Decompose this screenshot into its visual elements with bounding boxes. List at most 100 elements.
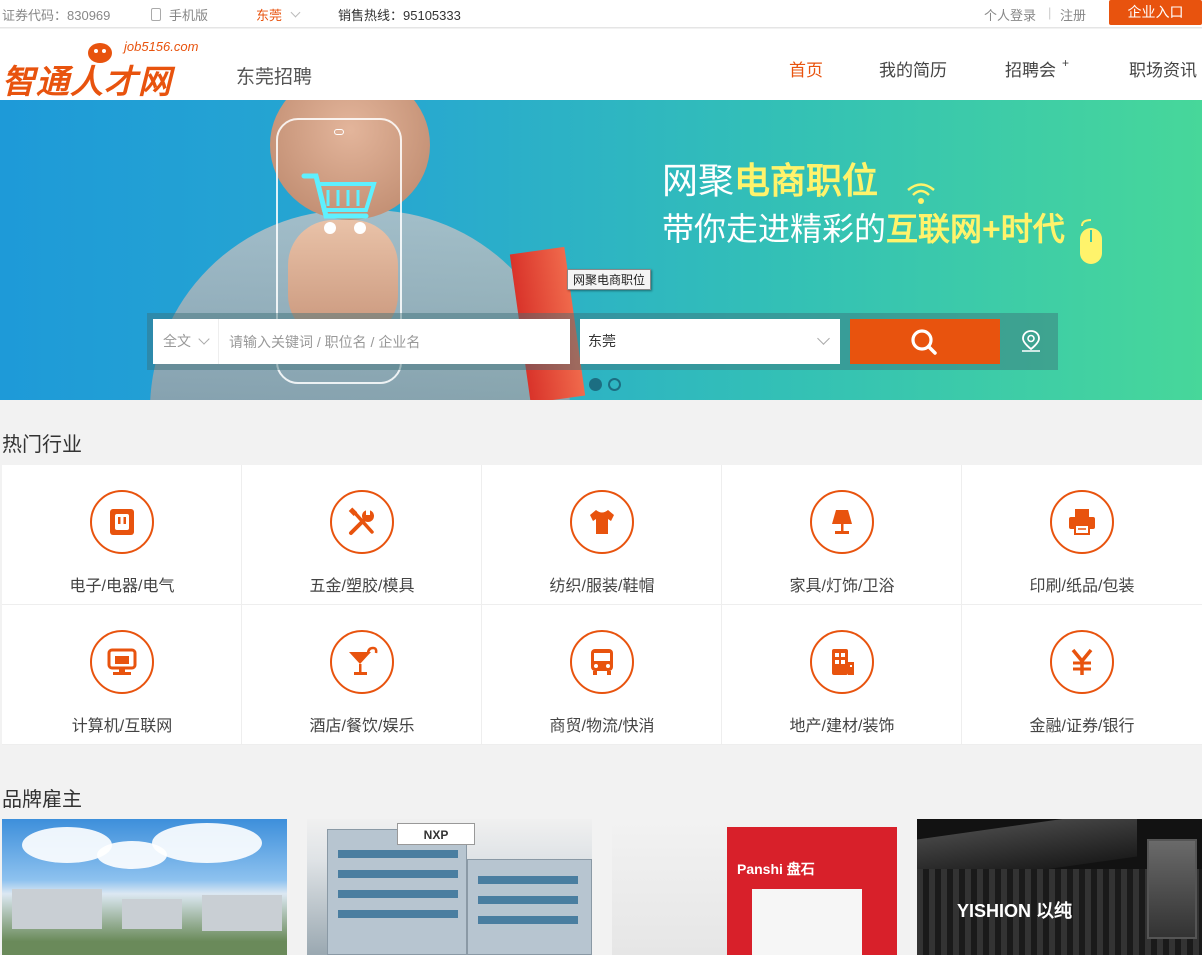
industry-label: 纺织/服装/鞋帽 — [549, 578, 655, 595]
lamp-icon — [832, 510, 852, 534]
logo-mascot-icon — [88, 43, 112, 63]
top-bar: 证券代码：830969 手机版 东莞 销售热线：95105333 个人登录 | … — [0, 0, 1202, 28]
company-entry-button[interactable]: 企业入口 — [1109, 0, 1202, 25]
search-icon — [911, 329, 937, 355]
brand-employers-row: NXP Panshi 盘石 YISHION 以纯 — [2, 819, 1202, 955]
site-city-label: 东莞招聘 — [236, 67, 313, 88]
mobile-version-link[interactable]: 手机版 — [151, 5, 208, 24]
industry-item-logistics[interactable]: 商贸/物流/快消 — [482, 605, 722, 745]
map-search-button[interactable] — [1010, 319, 1052, 364]
keyword-search-input[interactable] — [218, 319, 570, 364]
bus-icon — [591, 649, 613, 675]
industry-label: 五金/塑胶/模具 — [309, 578, 415, 595]
industry-icon-circle — [90, 630, 154, 694]
carousel-indicators — [589, 378, 621, 391]
brand-card-yishion-store[interactable]: YISHION 以纯 — [917, 819, 1202, 955]
industry-label: 地产/建材/装饰 — [789, 718, 895, 735]
industry-icon-circle — [570, 490, 634, 554]
banner-headline-highlight: 电商职位 — [734, 160, 879, 201]
brand-employers-title: 品牌雇主 — [2, 789, 82, 811]
industry-item-computer[interactable]: 计算机/互联网 — [2, 605, 242, 745]
banner-headline: 网聚电商职位 — [662, 152, 878, 204]
industry-label: 电子/电器/电气 — [69, 578, 175, 595]
industry-label: 家具/灯饰/卫浴 — [789, 578, 895, 595]
industry-grid: 电子/电器/电气 五金/塑胶/模具 纺织/服装/鞋帽 家具/灯饰/卫浴 印刷/纸… — [2, 465, 1202, 745]
brand-card-panshi-office[interactable]: Panshi 盘石 — [612, 819, 897, 955]
brand-card-nxp-building[interactable]: NXP — [307, 819, 592, 955]
industry-icon-circle — [810, 630, 874, 694]
printer-icon — [1069, 509, 1095, 535]
phone-icon — [151, 8, 161, 21]
banner-subheadline-highlight: 互联网+时代 — [886, 211, 1065, 247]
industry-item-printing[interactable]: 印刷/纸品/包装 — [962, 465, 1202, 605]
carousel-dot-1[interactable] — [589, 378, 602, 391]
plus-icon: + — [1062, 56, 1070, 70]
stock-code: 证券代码：830969 — [2, 8, 111, 23]
industry-item-finance[interactable]: 金融/证券/银行 — [962, 605, 1202, 745]
socket-icon — [110, 509, 134, 535]
tools-icon — [348, 507, 374, 535]
login-separator: | — [1048, 5, 1052, 20]
nav-career-news[interactable]: 职场资讯 — [1129, 56, 1197, 81]
logo-domain: job5156.com — [124, 39, 199, 54]
computer-icon — [107, 648, 137, 675]
city-select[interactable]: 东莞 — [580, 319, 840, 364]
building-icon — [832, 649, 854, 675]
chevron-down-icon — [198, 333, 210, 345]
sales-hotline: 销售热线：95105333 — [338, 8, 461, 23]
industry-icon-circle — [330, 490, 394, 554]
chevron-down-icon — [817, 332, 830, 345]
industry-label: 计算机/互联网 — [71, 718, 173, 735]
chevron-down-icon — [290, 7, 301, 18]
banner-subheadline-prefix: 带你走进精彩的 — [662, 211, 887, 247]
industry-icon-circle — [1050, 490, 1114, 554]
nxp-logo-sign: NXP — [397, 823, 475, 845]
search-type-label: 全文 — [163, 333, 191, 349]
banner-headline-prefix: 网聚 — [662, 160, 735, 201]
banner-tooltip: 网聚电商职位 — [567, 269, 652, 290]
industry-item-hospitality[interactable]: 酒店/餐饮/娱乐 — [242, 605, 482, 745]
search-button[interactable] — [850, 319, 1000, 364]
industry-icon-circle — [810, 490, 874, 554]
nav-home[interactable]: 首页 — [789, 56, 823, 81]
industry-label: 印刷/纸品/包装 — [1029, 578, 1135, 595]
site-logo[interactable]: 智通人才网 job5156.com — [2, 37, 212, 101]
wifi-icon — [907, 183, 935, 204]
industry-icon-circle — [570, 630, 634, 694]
industry-item-hardware[interactable]: 五金/塑胶/模具 — [242, 465, 482, 605]
search-type-select[interactable]: 全文 — [153, 319, 218, 364]
panshi-logo-sign: Panshi 盘石 — [737, 861, 815, 877]
personal-login-link[interactable]: 个人登录 — [984, 5, 1036, 24]
industry-icon-circle — [90, 490, 154, 554]
hero-banner[interactable]: 网聚电商职位 带你走进精彩的互联网+时代 网聚电商职位 全文 东莞 — [0, 100, 1202, 400]
job-search-bar: 全文 东莞 — [147, 313, 1058, 370]
yen-icon — [1071, 648, 1093, 675]
banner-subheadline: 带你走进精彩的互联网+时代 — [662, 204, 1065, 250]
industry-item-realestate[interactable]: 地产/建材/装饰 — [722, 605, 962, 745]
nav-my-resume[interactable]: 我的简历 — [879, 56, 947, 81]
register-link[interactable]: 注册 — [1060, 5, 1086, 24]
nav-job-fair-label: 招聘会 — [1005, 61, 1056, 80]
industry-label: 酒店/餐饮/娱乐 — [309, 718, 415, 735]
industry-item-textile[interactable]: 纺织/服装/鞋帽 — [482, 465, 722, 605]
industry-item-electronics[interactable]: 电子/电器/电气 — [2, 465, 242, 605]
industry-label: 商贸/物流/快消 — [549, 718, 655, 735]
shirt-icon — [590, 510, 614, 534]
hot-industries-title: 热门行业 — [2, 434, 82, 456]
brand-card-factory-campus[interactable] — [2, 819, 287, 955]
industry-label: 金融/证券/银行 — [1029, 718, 1135, 735]
carousel-dot-2[interactable] — [608, 378, 621, 391]
map-pin-icon — [1022, 330, 1040, 352]
city-select-value: 东莞 — [588, 333, 616, 349]
mobile-version-label: 手机版 — [169, 8, 209, 23]
city-switcher-label: 东莞 — [256, 8, 283, 23]
cocktail-icon — [349, 646, 378, 675]
logo-wordmark: 智通人才网 — [2, 62, 172, 101]
industry-icon-circle — [1050, 630, 1114, 694]
industry-icon-circle — [330, 630, 394, 694]
city-switcher[interactable]: 东莞 — [256, 5, 301, 24]
nav-job-fair[interactable]: 招聘会 + — [1005, 56, 1069, 81]
industry-item-furniture[interactable]: 家具/灯饰/卫浴 — [722, 465, 962, 605]
yishion-logo-sign: YISHION 以纯 — [957, 901, 1073, 921]
header: 智通人才网 job5156.com 东莞招聘 首页 我的简历 招聘会 + 职场资讯 — [0, 29, 1202, 101]
